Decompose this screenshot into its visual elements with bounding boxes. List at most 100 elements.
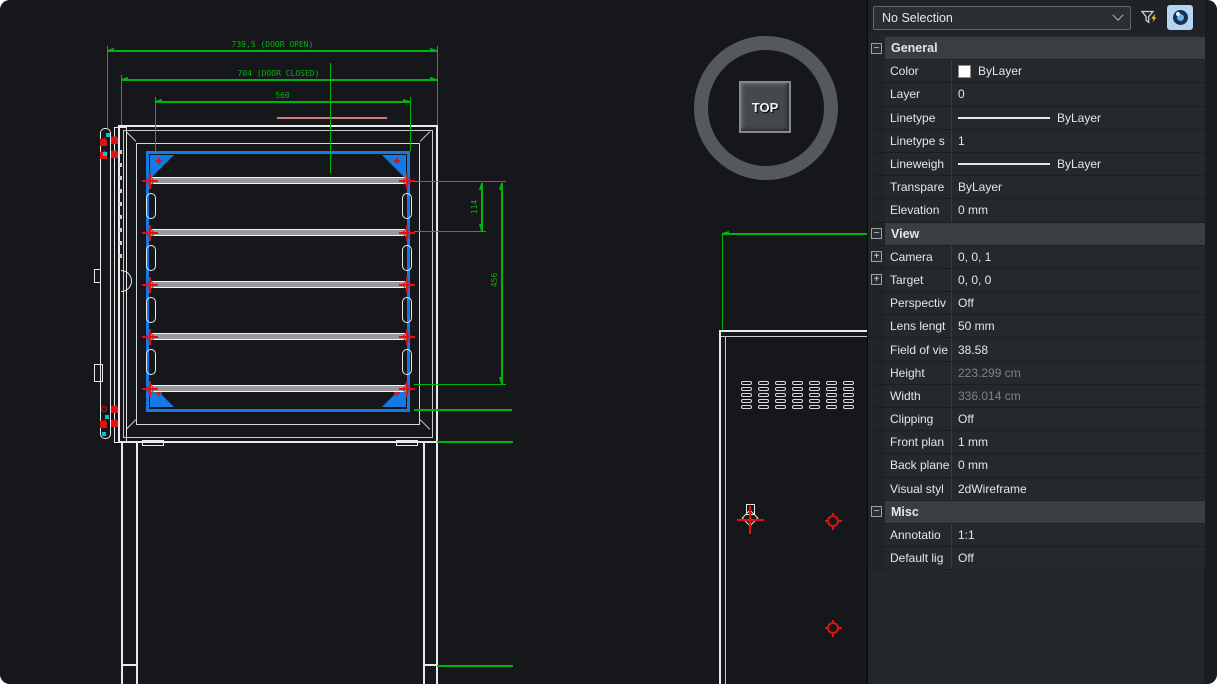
minus-box-icon[interactable]: − [871,43,882,54]
property-row: Elevation0 mm [868,199,1205,222]
drawing-rect [792,399,803,403]
drawing-rect [741,405,752,409]
property-value[interactable]: 0, 0, 1 [952,246,1205,268]
dimension-arrow [499,377,503,384]
property-label: Annotatio [885,524,952,546]
row-gutter [868,315,885,337]
property-value-text: 336.014 cm [958,389,1021,403]
shelf-fixing-marker [142,173,158,189]
filter-button[interactable] [1138,6,1160,30]
section-title: Misc [885,501,1205,523]
property-value[interactable]: ByLayer [952,107,1205,129]
drawing-line [722,233,723,331]
property-row: Lens lengt50 mm [868,315,1205,338]
property-value-text: 223.299 cm [958,366,1021,380]
drawing-rect [758,393,769,397]
visibility-toggle-button[interactable] [1167,5,1193,30]
row-gutter [868,338,885,360]
hinge-pin-hole [119,241,122,245]
drawing-line [136,443,138,684]
hinge-pin-hole [119,228,122,232]
property-value-text: Off [958,296,974,310]
minus-box-icon[interactable]: − [871,506,882,517]
drawing-rect [146,349,156,375]
property-value[interactable]: Off [952,547,1205,569]
property-value[interactable]: 336.014 cm [952,385,1205,407]
property-value[interactable]: 1 mm [952,431,1205,453]
drawing-line [155,101,410,103]
shelf-rail [151,229,407,236]
plus-box-icon[interactable]: + [871,251,882,262]
plus-box-icon[interactable]: + [871,274,882,285]
dimension-arrow [430,48,437,52]
panel-scrollbar[interactable] [1204,0,1217,684]
view-orientation-button[interactable]: TOP [739,81,791,133]
property-value[interactable]: 2dWireframe [952,478,1205,500]
hinge-pin-hole [119,176,122,180]
hinge-snap-dot [103,152,107,156]
section-header-row[interactable]: −View [868,223,1205,246]
property-value-text: 0, 0, 1 [958,250,991,264]
property-value[interactable]: ByLayer [952,60,1205,82]
property-row: Field of vie38.58 [868,338,1205,361]
property-value[interactable]: 50 mm [952,315,1205,337]
property-label: Lens lengt [885,315,952,337]
property-value[interactable]: 0, 0, 0 [952,269,1205,291]
property-value-text: 38.58 [958,343,988,357]
property-value[interactable]: 0 mm [952,199,1205,221]
property-label: Back plane [885,454,952,476]
property-value[interactable]: ByLayer [952,176,1205,198]
row-gutter [868,60,885,82]
property-label: Linetype [885,107,952,129]
hinge-pin-hole [119,163,122,167]
row-gutter [868,107,885,129]
minus-box-icon[interactable]: − [871,228,882,239]
section-header-row[interactable]: −General [868,37,1205,60]
hinge-pin-hole [119,189,122,193]
section-gutter: − [868,37,885,59]
property-value[interactable]: Off [952,408,1205,430]
property-label: Clipping [885,408,952,430]
property-value[interactable]: 0 [952,83,1205,105]
shelf-fixing-marker [142,381,158,397]
color-swatch[interactable] [958,65,971,78]
property-value[interactable]: 1 [952,130,1205,152]
dimension-arrow [499,183,503,190]
drawing-rect [775,399,786,403]
view-orientation-label: TOP [752,100,779,115]
property-row: Linetype s1 [868,130,1205,153]
property-row: +Target0, 0, 0 [868,269,1205,292]
property-value[interactable]: 38.58 [952,338,1205,360]
property-value[interactable]: 223.299 cm [952,362,1205,384]
drawing-rect [843,405,854,409]
drawing-rect [843,387,854,391]
property-value[interactable]: 1:1 [952,524,1205,546]
drawing-rect [809,387,820,391]
property-row: Height223.299 cm [868,362,1205,385]
linetype-preview [958,117,1050,119]
hinge-marker [101,406,107,412]
drawing-rect [775,393,786,397]
property-value-text: 0 [958,87,965,101]
drawing-rect [100,128,111,439]
section-header-row[interactable]: −Misc [868,501,1205,524]
drawing-canvas[interactable]: 739,5 (DOOR OPEN) 704 (DOOR CLOSED) 560 … [0,0,867,684]
drawing-line [121,443,123,684]
property-row: +Camera0, 0, 1 [868,246,1205,269]
drawing-rect [758,387,769,391]
drawing-line [414,231,486,232]
row-gutter [868,130,885,152]
property-value[interactable]: Off [952,292,1205,314]
selection-dropdown[interactable]: No Selection [873,6,1131,30]
dimension-arrow [479,224,483,231]
drawing-line [277,117,387,119]
property-value[interactable]: ByLayer [952,153,1205,175]
dimension-arrow [479,183,483,190]
drawing-rect [146,245,156,271]
cad-application-window: 739,5 (DOOR OPEN) 704 (DOOR CLOSED) 560 … [0,0,1217,684]
row-gutter [868,385,885,407]
drawing-rect [775,405,786,409]
property-value[interactable]: 0 mm [952,454,1205,476]
shelf-fixing-marker [142,277,158,293]
property-value-text: 0, 0, 0 [958,273,991,287]
